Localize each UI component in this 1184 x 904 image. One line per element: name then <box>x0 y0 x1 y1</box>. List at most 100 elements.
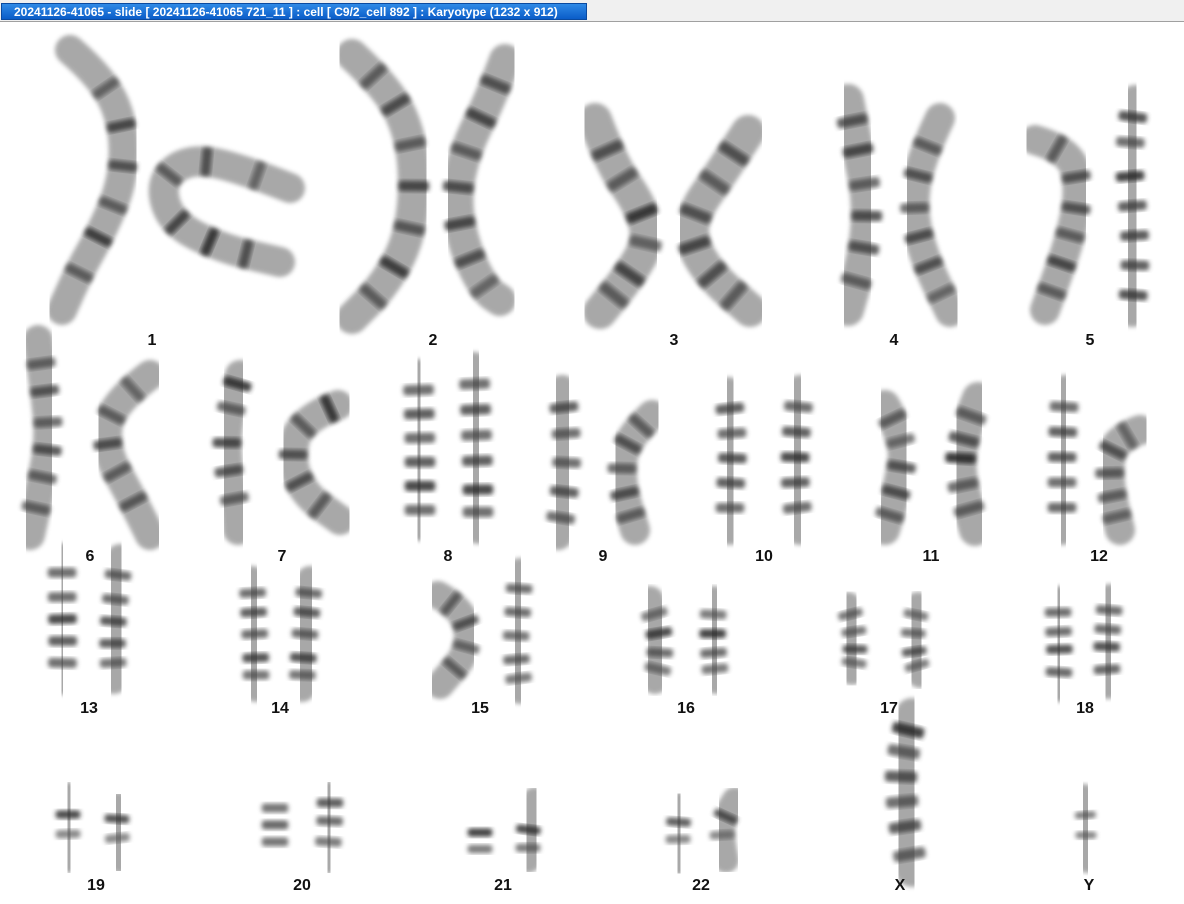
chromosome-3a <box>578 103 664 329</box>
chromosome-9b-band-3 <box>607 463 637 474</box>
chromosome-12a <box>1047 375 1080 545</box>
chromosome-14a-band-5 <box>242 670 270 680</box>
chromosome-18a-band-2 <box>1045 626 1072 637</box>
chromosome-8a-band-5 <box>404 480 436 492</box>
chromosome-21a-band-1 <box>467 828 493 837</box>
chromosome-19a-band-1 <box>55 810 81 819</box>
chromosome-y-band-1 <box>1074 811 1096 820</box>
chromosome-1a <box>47 35 139 325</box>
chromosome-x <box>883 698 929 887</box>
chromosome-y <box>1073 784 1098 873</box>
chromosome-7b-band-3 <box>278 449 308 460</box>
chromosome-13a-band-4 <box>48 636 78 646</box>
chromosome-20b <box>314 781 344 874</box>
chromosome-13b <box>98 544 134 694</box>
chromosome-22a-band-1 <box>666 817 691 827</box>
chromosome-14a <box>238 566 270 702</box>
chromosome-19b-body <box>103 792 133 873</box>
chromosome-17b <box>900 592 933 688</box>
chromosome-21a-band-2 <box>467 844 493 854</box>
chromosome-x-band-3 <box>884 770 918 783</box>
chromosome-2a-band-4 <box>398 180 430 192</box>
chromosome-17a <box>835 592 868 685</box>
chromosome-8b <box>458 352 494 544</box>
chromosome-10b-band-3 <box>780 452 810 463</box>
chromosome-16b-band-2 <box>699 629 726 639</box>
chromosome-x-body <box>883 698 929 887</box>
chromosome-20a-band-1 <box>261 803 289 813</box>
chromosome-12b-band-3 <box>1095 467 1124 479</box>
chromosome-10a-band-3 <box>718 452 747 464</box>
chromosome-8a-band-3 <box>404 432 436 444</box>
chromosome-5b-band-5 <box>1120 230 1149 241</box>
chromosome-9b <box>606 400 667 545</box>
chromosome-16b <box>698 586 730 694</box>
chromosome-10a-band-5 <box>715 503 745 513</box>
chromosome-5b-band-6 <box>1120 260 1150 271</box>
chromosome-11a <box>870 390 918 545</box>
chromosome-22b-body <box>709 787 748 873</box>
chromosome-15b <box>501 558 534 704</box>
chromosome-2b <box>441 44 521 316</box>
chromosome-12a-band-4 <box>1047 477 1077 488</box>
chromosome-7a-body <box>211 360 255 545</box>
chromosome-8b-band-1 <box>459 378 490 390</box>
chromosome-16a-band-3 <box>646 647 674 658</box>
chromosome-10a <box>713 377 748 545</box>
chromosome-22b-band-2 <box>709 830 735 840</box>
chromosome-8b-body <box>458 352 494 544</box>
chromosome-22a-band-2 <box>665 834 691 844</box>
chromosome-13b-band-4 <box>99 638 126 648</box>
chromosome-8b-band-3 <box>461 429 492 441</box>
chromosome-20a <box>260 781 289 874</box>
chromosome-20b-band-1 <box>316 798 344 808</box>
chromosome-22a-body <box>665 792 693 875</box>
chromosome-5b <box>1114 85 1150 327</box>
chromosome-22b <box>709 787 748 873</box>
chromosome-5b-band-2 <box>1116 136 1145 148</box>
chromosome-11b-band-3 <box>945 452 976 464</box>
chromosome-18b-band-3 <box>1093 641 1121 652</box>
chromosome-19b <box>103 792 133 873</box>
title-bar: 20241126-41065 - slide [ 20241126-41065 … <box>0 0 1184 22</box>
chromosome-9a <box>543 375 582 550</box>
chromosome-18a <box>1044 586 1074 702</box>
chromosome-12a-band-1 <box>1049 401 1079 413</box>
chromosome-1b <box>148 146 305 277</box>
chromosome-10b <box>780 375 815 545</box>
chromosome-19b-band-1 <box>104 814 130 824</box>
chromosome-18b <box>1092 584 1124 699</box>
chromosome-17b-band-2 <box>900 628 926 638</box>
chromosome-16a <box>636 586 674 694</box>
chromosome-13a-band-5 <box>48 657 77 669</box>
chromosome-2a <box>336 39 430 334</box>
chromosome-12a-band-5 <box>1047 502 1077 513</box>
chromosome-8a-band-1 <box>403 384 434 396</box>
chromosome-13a-band-1 <box>47 567 77 578</box>
chromosome-17a-band-3 <box>842 644 868 654</box>
chromosome-6a <box>15 325 64 550</box>
chromosome-11b <box>944 382 994 546</box>
chromosome-4b-band-3 <box>900 202 929 214</box>
chromosome-4a-band-4 <box>851 210 883 222</box>
chromosome-8b-band-4 <box>462 455 493 467</box>
chromosome-10a-band-2 <box>717 427 747 439</box>
chromosome-13a-band-2 <box>47 592 77 602</box>
chromosome-22a <box>665 792 693 875</box>
chromosome-7b <box>278 390 355 535</box>
chromosome-13b-band-3 <box>100 616 127 627</box>
chromosome-14a-band-4 <box>242 652 270 663</box>
chromosome-10b-band-2 <box>782 426 811 438</box>
chromosome-19a-band-2 <box>55 829 81 839</box>
chromosome-16b-band-1 <box>699 609 727 620</box>
chromosome-6a-band-3 <box>33 416 63 428</box>
chromosome-8a-band-6 <box>404 504 436 516</box>
chromosome-14b-band-5 <box>289 670 316 680</box>
chromosome-14b-band-4 <box>289 652 317 663</box>
chromosome-12a-band-3 <box>1047 452 1077 463</box>
chromosome-21a <box>467 792 493 873</box>
chromosome-8b-band-6 <box>462 506 494 518</box>
chromosome-13a <box>47 543 78 695</box>
chromosome-19a <box>55 782 83 873</box>
chromosome-8b-band-2 <box>460 404 491 416</box>
